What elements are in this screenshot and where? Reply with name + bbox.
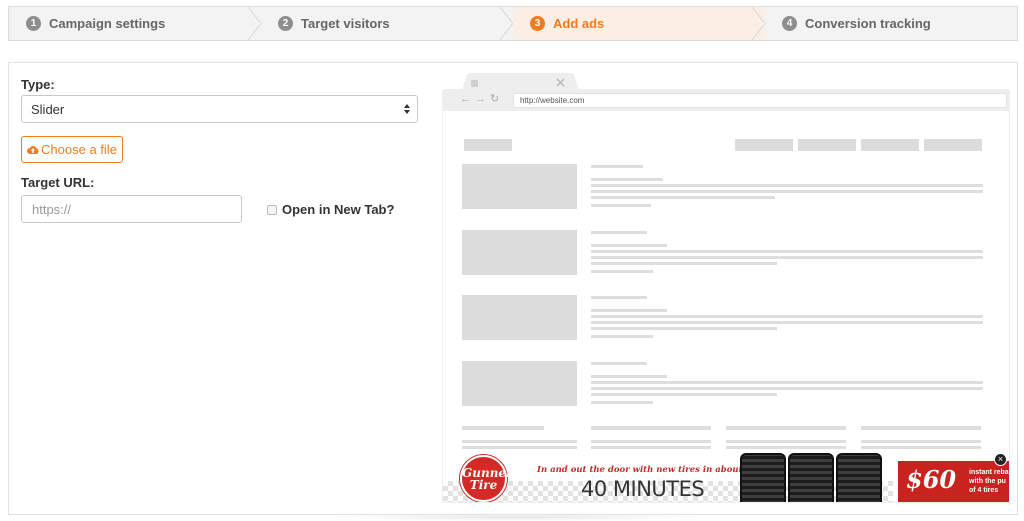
- rebate-line: instant reba: [969, 469, 1009, 476]
- cloud-upload-icon: [27, 145, 39, 154]
- mock-text-line: [591, 165, 643, 168]
- close-ad-icon[interactable]: ×: [994, 453, 1007, 466]
- ad-price: $60: [906, 465, 957, 494]
- ad-price-box: $60 instant reba with the pu of 4 tires: [898, 461, 1009, 502]
- target-url-label: Target URL:: [21, 175, 95, 190]
- mock-nav-item: [735, 139, 793, 151]
- chevron-right-icon: [500, 7, 514, 40]
- step-number: 2: [278, 16, 293, 31]
- mock-text-line: [591, 401, 653, 404]
- mock-text-line: [726, 446, 846, 449]
- mock-text-line: [591, 256, 983, 259]
- mock-text-line: [462, 440, 577, 443]
- mock-nav-item: [798, 139, 856, 151]
- mock-webpage: Gunner Tire In and out the door with new…: [442, 111, 1010, 503]
- mock-image: [462, 361, 577, 406]
- mock-text-line: [591, 190, 983, 193]
- step-campaign-settings[interactable]: 1 Campaign settings: [9, 7, 262, 40]
- mock-text-line: [591, 327, 777, 330]
- step-label: Add ads: [553, 16, 605, 31]
- mock-text-line: [591, 196, 775, 199]
- rebate-line: of 4 tires: [969, 487, 999, 494]
- step-conversion-tracking[interactable]: 4 Conversion tracking: [765, 7, 1017, 40]
- mock-footer-heading: [462, 426, 544, 430]
- add-ads-panel: Type: Slider Choose a file Target URL: h…: [8, 62, 1018, 515]
- chevron-right-icon: [248, 7, 262, 40]
- chevron-right-icon: [752, 7, 766, 40]
- open-new-tab-label: Open in New Tab?: [282, 202, 395, 217]
- mock-footer-heading: [591, 426, 711, 430]
- mock-text-line: [591, 335, 653, 338]
- type-select[interactable]: Slider: [21, 95, 418, 123]
- mock-text-line: [591, 321, 983, 324]
- step-number: 3: [530, 16, 545, 31]
- mock-footer-heading: [861, 426, 981, 430]
- mock-text-line: [591, 178, 663, 181]
- mock-image: [462, 295, 577, 340]
- mock-text-line: [861, 440, 981, 443]
- mock-text-line: [591, 296, 647, 299]
- ad-preview: ←→↻ http://website.com Gunner Tire In an…: [442, 73, 1010, 503]
- step-add-ads[interactable]: 3 Add ads: [513, 7, 766, 40]
- mock-text-line: [591, 393, 777, 396]
- step-label: Conversion tracking: [805, 16, 931, 31]
- ad-tagline: In and out the door with new tires in ab…: [537, 465, 743, 475]
- choose-file-button[interactable]: Choose a file: [21, 136, 123, 163]
- mock-nav-item: [924, 139, 982, 151]
- mock-text-line: [591, 315, 983, 318]
- step-number: 1: [26, 16, 41, 31]
- ad-rebate-text: instant reba with the pu of 4 tires: [969, 468, 1009, 495]
- browser-nav-icons: ←→↻: [460, 93, 504, 105]
- type-label: Type:: [21, 77, 55, 92]
- open-new-tab-checkbox[interactable]: [267, 204, 277, 215]
- mock-text-line: [591, 387, 983, 390]
- browser-toolbar: ←→↻ http://website.com: [442, 89, 1010, 111]
- mock-text-line: [462, 446, 577, 449]
- tire-image: [836, 453, 882, 502]
- tire-image: [788, 453, 834, 502]
- address-bar: http://website.com: [513, 93, 1007, 108]
- step-target-visitors[interactable]: 2 Target visitors: [261, 7, 514, 40]
- mock-text-line: [591, 184, 983, 187]
- slider-ad[interactable]: Gunner Tire In and out the door with new…: [443, 453, 1009, 502]
- mock-text-line: [591, 250, 983, 253]
- mock-text-line: [726, 440, 846, 443]
- mock-image: [462, 230, 577, 275]
- mock-logo: [464, 139, 512, 151]
- step-number: 4: [782, 16, 797, 31]
- logo-text-line: Tire: [469, 478, 498, 492]
- rebate-line: with the pu: [969, 478, 1006, 485]
- mock-text-line: [591, 446, 711, 449]
- mock-text-line: [591, 362, 647, 365]
- step-label: Target visitors: [301, 16, 390, 31]
- mock-text-line: [591, 381, 983, 384]
- open-new-tab-option[interactable]: Open in New Tab?: [267, 202, 394, 217]
- type-select-value: Slider: [31, 102, 65, 117]
- mock-text-line: [591, 375, 667, 378]
- gunner-tire-logo: Gunner Tire: [460, 455, 512, 502]
- mock-text-line: [591, 204, 651, 207]
- mock-text-line: [591, 262, 777, 265]
- mock-text-line: [861, 446, 981, 449]
- mock-text-line: [591, 440, 711, 443]
- mock-text-line: [591, 231, 647, 234]
- mock-text-line: [591, 270, 653, 273]
- step-label: Campaign settings: [49, 16, 166, 31]
- mock-image: [462, 164, 577, 209]
- tire-image: [740, 453, 786, 502]
- mock-text-line: [591, 309, 667, 312]
- bottom-shadow: [330, 513, 700, 521]
- ad-headline: 40 MINUTES: [581, 477, 705, 501]
- mock-footer-heading: [726, 426, 846, 430]
- select-arrows-icon: [404, 104, 410, 114]
- wizard-steps: 1 Campaign settings 2 Target visitors 3 …: [8, 6, 1018, 41]
- target-url-input[interactable]: https://: [21, 195, 242, 223]
- mock-text-line: [591, 244, 667, 247]
- mock-nav-item: [861, 139, 919, 151]
- choose-file-label: Choose a file: [41, 142, 117, 157]
